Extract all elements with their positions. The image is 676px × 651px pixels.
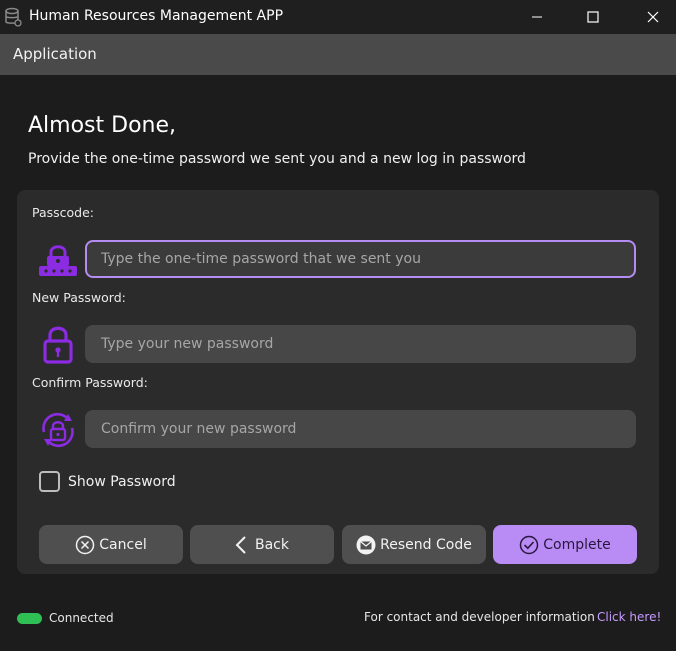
new-password-label: New Password:	[32, 290, 126, 305]
window-title: Human Resources Management APP	[29, 8, 284, 24]
passcode-input[interactable]	[85, 240, 636, 278]
back-button[interactable]: Back	[190, 525, 334, 564]
appbar-title: Application	[13, 45, 97, 63]
show-password-label: Show Password	[68, 473, 176, 490]
padlock-icon	[43, 326, 73, 364]
new-password-input[interactable]	[85, 325, 636, 363]
connection-indicator	[17, 613, 42, 624]
reset-password-panel: Passcode: New Password: Confirm Password…	[17, 190, 659, 574]
complete-button[interactable]: Complete	[493, 525, 637, 564]
page-subtitle: Provide the one-time password we sent yo…	[28, 151, 526, 167]
confirm-password-label: Confirm Password:	[32, 375, 148, 390]
close-circle-icon	[76, 535, 95, 554]
show-password-checkbox[interactable]	[39, 471, 60, 492]
check-circle-icon	[520, 535, 539, 554]
close-button[interactable]	[630, 0, 676, 34]
back-label: Back	[255, 536, 289, 553]
contact-info-link[interactable]: Click here!	[597, 610, 661, 624]
resend-code-button[interactable]: Resend Code	[342, 525, 486, 564]
connection-status: Connected	[49, 611, 114, 625]
app-bar: Application	[0, 34, 676, 75]
minimize-icon	[532, 16, 542, 18]
page-title: Almost Done,	[28, 113, 177, 138]
maximize-button[interactable]	[570, 0, 616, 34]
minimize-button[interactable]	[514, 0, 560, 34]
show-password-row[interactable]: Show Password	[39, 471, 176, 492]
close-icon	[647, 11, 659, 23]
passcode-lock-icon	[39, 245, 77, 276]
cancel-button[interactable]: Cancel	[39, 525, 183, 564]
resend-code-label: Resend Code	[380, 536, 472, 553]
chevron-left-icon	[235, 535, 246, 554]
title-bar: Human Resources Management APP	[0, 0, 676, 34]
confirm-password-input[interactable]	[85, 410, 636, 448]
cancel-label: Cancel	[99, 536, 147, 553]
passcode-label: Passcode:	[32, 205, 95, 220]
database-icon	[5, 7, 22, 27]
maximize-icon	[587, 11, 599, 23]
contact-info-text: For contact and developer information	[364, 610, 595, 624]
lock-refresh-icon	[42, 412, 74, 448]
complete-label: Complete	[543, 536, 611, 553]
mail-icon	[356, 535, 376, 554]
